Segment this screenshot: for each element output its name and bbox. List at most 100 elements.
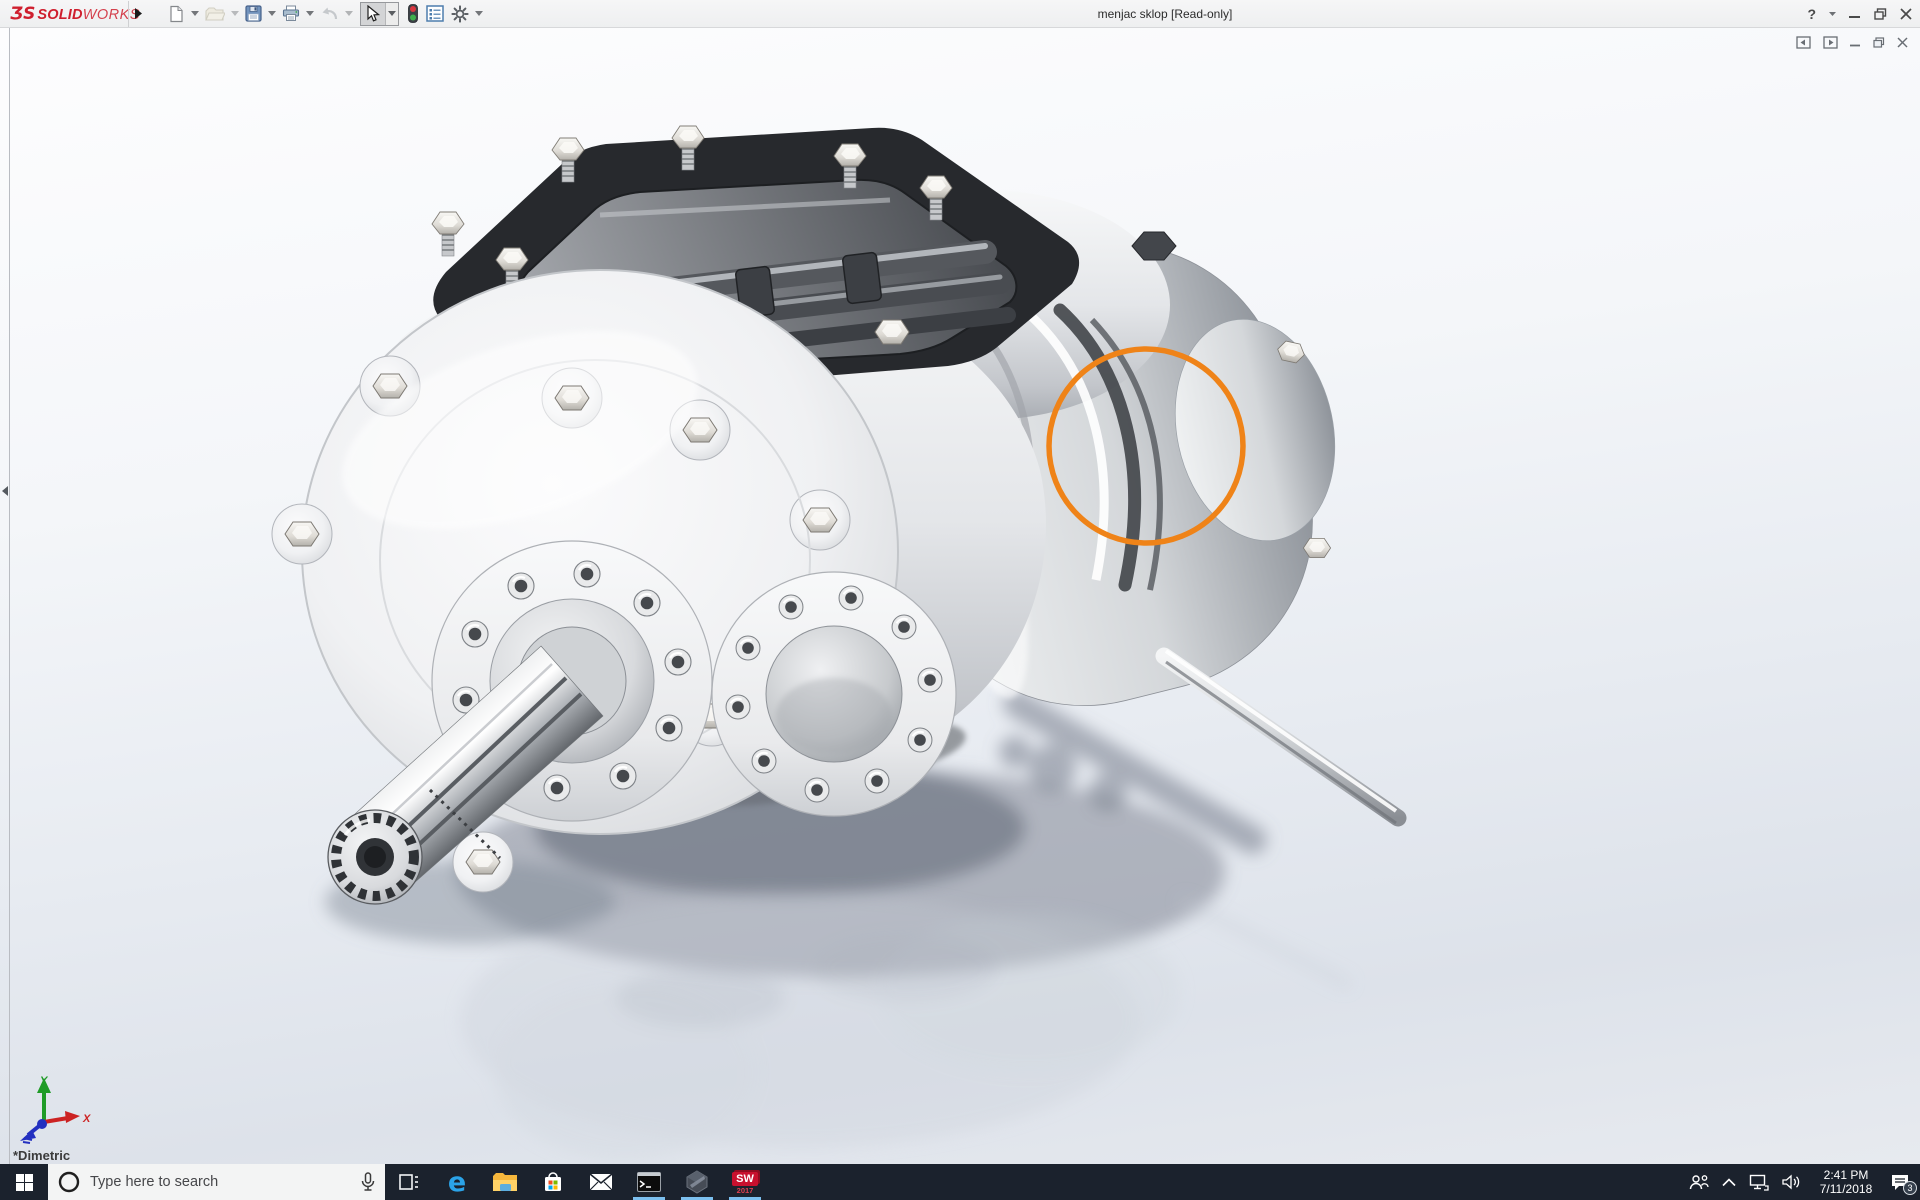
taskbar-icon-task-view[interactable]	[385, 1164, 433, 1200]
taskbar-clock[interactable]: 2:41 PM 7/11/2018	[1815, 1168, 1877, 1196]
print-button[interactable]	[280, 3, 302, 25]
speaker-icon	[1782, 1174, 1802, 1190]
window-title: menjac sklop [Read-only]	[1020, 7, 1310, 21]
quick-access-toolbar	[166, 2, 484, 26]
help-dropdown[interactable]	[1829, 12, 1836, 16]
system-tray: 2:41 PM 7/11/2018 3	[1689, 1164, 1920, 1200]
file-explorer-icon	[492, 1172, 518, 1193]
gear-icon	[451, 5, 469, 23]
caret-down-icon	[388, 11, 396, 16]
close-document-button[interactable]	[1897, 37, 1908, 48]
traffic-light-icon	[407, 4, 419, 23]
undo-arrow-icon	[320, 6, 339, 22]
taskbar-icon-mail[interactable]	[577, 1164, 625, 1200]
taskbar-icon-store[interactable]	[529, 1164, 577, 1200]
expand-pane-button[interactable]	[1823, 36, 1838, 49]
options-button[interactable]	[449, 3, 471, 25]
orientation-triad: Y X	[10, 1074, 96, 1144]
undo-button[interactable]	[318, 3, 341, 25]
clock-date: 7/11/2018	[1815, 1182, 1877, 1196]
new-document-icon	[168, 5, 185, 23]
select-tool-group	[360, 2, 399, 26]
caret-down-icon	[306, 11, 314, 16]
close-button[interactable]	[1900, 8, 1912, 20]
window-controls: ?	[1807, 0, 1912, 28]
document-window-controls	[1796, 36, 1908, 49]
print-dropdown[interactable]	[305, 3, 315, 25]
taskbar-icon-command-prompt[interactable]	[625, 1164, 673, 1200]
save-floppy-icon	[245, 5, 262, 22]
start-button[interactable]	[0, 1164, 48, 1200]
command-prompt-icon	[637, 1172, 661, 1192]
rebuild-button[interactable]	[405, 3, 421, 25]
undo-dropdown[interactable]	[344, 3, 354, 25]
network-button[interactable]	[1749, 1174, 1769, 1191]
triad-x-label: X	[82, 1113, 91, 1125]
edge-icon: e	[448, 1169, 466, 1196]
taskbar-icon-file-explorer[interactable]	[481, 1164, 529, 1200]
open-folder-icon	[205, 6, 225, 22]
save-dropdown[interactable]	[267, 3, 277, 25]
solidworks-logo: ƷS SOLID WORKS	[0, 4, 128, 24]
taskbar-icon-edge[interactable]: e	[433, 1164, 481, 1200]
taskbar-search[interactable]: Type here to search	[48, 1164, 385, 1200]
collapse-pane-button[interactable]	[1796, 36, 1811, 49]
sw-icon-year: 2017	[732, 1186, 758, 1195]
close-icon	[1897, 37, 1908, 48]
pane-left-icon	[1796, 36, 1811, 49]
microphone-icon[interactable]	[361, 1172, 375, 1192]
sw-icon-text: SW	[732, 1172, 758, 1186]
caret-down-icon	[231, 11, 239, 16]
file-properties-button[interactable]	[424, 3, 446, 25]
options-dropdown[interactable]	[474, 3, 484, 25]
help-button[interactable]: ?	[1807, 6, 1816, 22]
chevron-up-icon	[1722, 1178, 1736, 1187]
volume-button[interactable]	[1782, 1174, 1802, 1190]
view-orientation-label: *Dimetric	[13, 1148, 70, 1163]
restore-icon	[1873, 37, 1885, 48]
pane-right-icon	[1823, 36, 1838, 49]
minimize-document-button[interactable]	[1850, 37, 1861, 48]
store-icon	[542, 1171, 564, 1193]
help-label: ?	[1807, 6, 1816, 22]
title-bar: ƷS SOLID WORKS	[0, 0, 1920, 28]
output-flange	[712, 572, 956, 816]
caret-down-icon	[191, 11, 199, 16]
gearbox-model-canvas[interactable]	[0, 28, 1920, 1164]
3d-app-icon	[685, 1170, 709, 1194]
mail-icon	[589, 1173, 613, 1191]
restore-document-button[interactable]	[1873, 37, 1885, 48]
select-tool-button[interactable]	[361, 3, 385, 25]
graphics-viewport[interactable]: Y X *Dimetric	[0, 28, 1920, 1164]
cortana-icon	[58, 1171, 80, 1193]
cursor-arrow-icon	[366, 5, 380, 22]
task-view-icon	[399, 1172, 419, 1192]
windows-taskbar: Type here to search e	[0, 1164, 1920, 1200]
show-hidden-icons-button[interactable]	[1722, 1178, 1736, 1187]
select-tool-dropdown[interactable]	[385, 3, 398, 25]
people-button[interactable]	[1689, 1174, 1709, 1191]
clock-time: 2:41 PM	[1815, 1168, 1877, 1182]
taskbar-icon-solidworks[interactable]: SW 2017	[721, 1164, 769, 1200]
notification-badge: 3	[1903, 1181, 1917, 1195]
minimize-button[interactable]	[1849, 8, 1861, 20]
menu-flyout-button[interactable]	[128, 1, 148, 27]
triad-y-label: Y	[40, 1075, 49, 1087]
caret-down-icon	[268, 11, 276, 16]
open-button[interactable]	[203, 3, 227, 25]
new-document-button[interactable]	[166, 3, 187, 25]
printer-icon	[282, 5, 300, 22]
action-center-button[interactable]: 3	[1890, 1173, 1910, 1191]
restore-button[interactable]	[1874, 8, 1887, 20]
search-placeholder: Type here to search	[90, 1174, 351, 1190]
brand-text-solid: SOLID	[37, 7, 82, 23]
windows-logo-icon	[16, 1174, 33, 1191]
open-dropdown[interactable]	[230, 3, 240, 25]
minimize-icon	[1849, 8, 1861, 20]
minimize-icon	[1850, 37, 1861, 48]
taskbar-apps: e	[385, 1164, 769, 1200]
taskbar-icon-3d-app[interactable]	[673, 1164, 721, 1200]
new-document-dropdown[interactable]	[190, 3, 200, 25]
save-button[interactable]	[243, 3, 264, 25]
close-icon	[1900, 8, 1912, 20]
